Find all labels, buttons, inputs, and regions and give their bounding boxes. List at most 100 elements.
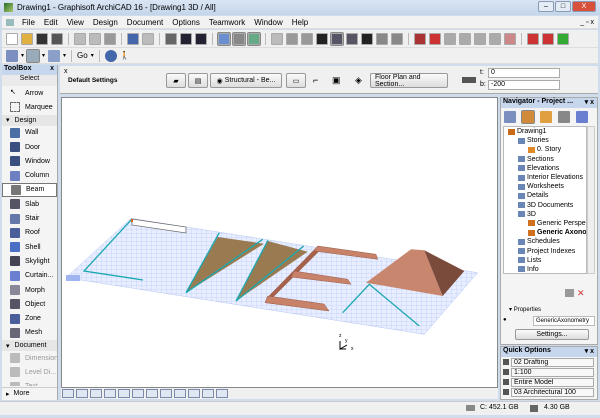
quick-option-value[interactable]: 03 Architectural 100 [511,387,594,397]
zoom-icon[interactable] [104,389,116,398]
geometry-straight-button[interactable]: ▭ [286,73,306,88]
tool-slab[interactable]: Slab [2,197,57,211]
minimize-button[interactable]: – [538,1,554,12]
top-offset-field[interactable]: 0 [488,68,560,78]
tool-column[interactable]: Column [2,168,57,182]
tree-item[interactable]: Drawing1 [504,127,586,136]
tree-item[interactable]: Lists [504,256,586,265]
layout-book-tab[interactable] [558,111,570,123]
fit-icon[interactable] [76,389,88,398]
tool-level-di[interactable]: Level Di... [2,365,57,379]
go-button[interactable]: Go [77,51,88,60]
copy-icon[interactable] [89,32,101,45]
tree-scrollbar[interactable] [587,126,595,274]
pan-icon[interactable] [146,389,158,398]
quick-options-close[interactable]: ▾ x [585,347,594,355]
new-icon[interactable] [6,32,18,45]
infobox-close[interactable]: x [64,68,68,75]
section-design[interactable]: ▾ Design [2,114,57,126]
tool-stair[interactable]: Stair [2,211,57,225]
new-folder-icon[interactable] [565,289,574,297]
quick-option-row[interactable]: 02 Drafting [501,357,597,367]
tool-door[interactable]: Door [2,140,57,154]
pen-icon[interactable] [316,32,328,45]
trace-icon[interactable] [286,32,298,45]
tool-dimension[interactable]: Dimension [2,351,57,365]
menu-teamwork[interactable]: Teamwork [209,18,245,27]
snap-icon[interactable] [232,31,246,46]
quick-option-row[interactable]: Entire Model [501,377,597,387]
properties-header[interactable]: ▾ Properties [509,306,541,313]
quick-option-row[interactable]: 03 Architectural 100 [501,387,597,397]
undo-icon[interactable] [127,32,139,45]
quick-option-value[interactable]: 02 Drafting [511,357,594,367]
tree-item[interactable]: 0. Story [504,145,586,154]
save-icon[interactable] [36,32,48,45]
tree-item[interactable]: 3D Documents [504,201,586,210]
close-button[interactable]: X [572,1,596,12]
previous-zoom-icon[interactable] [202,389,214,398]
layer-icon[interactable] [301,32,313,45]
view-name-field[interactable]: GenericAxonometry [533,316,595,326]
find-icon[interactable] [165,32,177,45]
grid-icon[interactable] [271,32,283,45]
menu-design[interactable]: Design [93,18,118,27]
tool-text[interactable]: Text [2,380,57,386]
navigator-close[interactable]: ▾ x [585,98,594,106]
section-icon[interactable] [346,32,358,45]
tree-item[interactable]: 3D [504,210,586,219]
walk-icon[interactable] [174,389,186,398]
quick-option-value[interactable]: 1:100 [511,367,594,377]
maximize-button[interactable]: □ [555,1,571,12]
tool-curtain[interactable]: Curtain... [2,269,57,283]
tool-list[interactable]: ↖ Arrow Marquee ▾ Design Wall Door Window Column… [2,86,57,386]
green-icon[interactable] [557,32,569,45]
delete-icon[interactable]: ✕ [577,288,585,299]
tree-item[interactable]: Info [504,265,586,273]
tool-arrow[interactable]: ↖ Arrow [2,86,57,100]
structural-dropdown[interactable]: ◉ Structural - Be... [210,73,282,88]
tree-item[interactable]: Generic Perspective [504,219,586,228]
layout-icon[interactable] [48,49,61,62]
curve-icon[interactable] [474,32,486,45]
3d-window-icon[interactable] [26,48,41,63]
menu-window[interactable]: Window [254,18,282,27]
toolbox-close-button[interactable]: x [50,65,54,72]
bottom-offset-field[interactable]: -200 [488,80,560,90]
tree-item[interactable]: Worksheets [504,182,586,191]
tree-item[interactable]: Project Indexes [504,246,586,255]
teamwork-icon[interactable] [527,32,539,45]
view-map-tab[interactable] [540,111,552,123]
tool-mesh[interactable]: Mesh [2,326,57,340]
fillet-icon[interactable] [459,32,471,45]
settings-button[interactable]: Settings... [515,329,589,340]
geometry-box-icon[interactable]: ▣ [332,75,341,86]
publisher-tab[interactable] [576,111,588,123]
menu-file[interactable]: File [22,18,35,27]
tool-zone[interactable]: Zone [2,311,57,325]
tool-morph[interactable]: Morph [2,283,57,297]
navigator-mode-icon[interactable] [504,111,516,123]
project-map-tab[interactable] [521,110,535,124]
next-zoom-icon[interactable] [216,389,228,398]
tool-marquee[interactable]: Marquee [2,100,57,114]
3d-cursor-icon[interactable] [330,31,344,46]
gravity-icon[interactable] [217,31,231,46]
orbit-icon[interactable] [160,389,172,398]
section-document[interactable]: ▾ Document [2,340,57,352]
more-button[interactable]: ▸ More [2,387,57,399]
tool-skylight[interactable]: Skylight [2,254,57,268]
menu-edit[interactable]: Edit [44,18,58,27]
floor-plan-section-button[interactable]: Floor Plan and Section... [370,73,448,88]
3d-icon[interactable] [90,389,102,398]
paste-icon[interactable] [104,32,116,45]
selection-handle[interactable] [131,219,133,222]
menu-options[interactable]: Options [172,18,200,27]
redo-icon[interactable] [142,32,154,45]
menu-help[interactable]: Help [292,18,308,27]
trim-icon[interactable] [376,32,388,45]
tree-item[interactable]: Schedules [504,237,586,246]
tree-item[interactable]: Interior Elevations [504,173,586,182]
tool-roof[interactable]: Roof [2,226,57,240]
mdi-controls[interactable]: _ ▫ x [580,19,594,26]
